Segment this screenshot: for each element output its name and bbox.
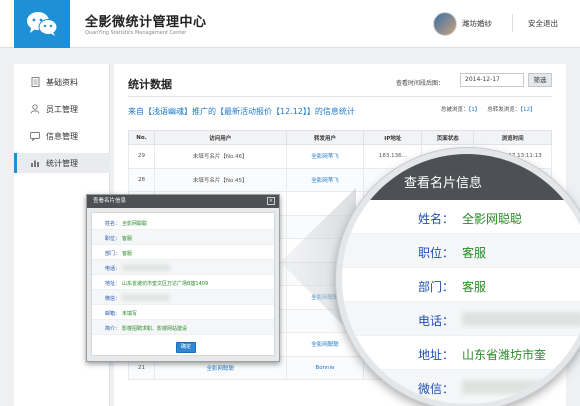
dialog-field-row: 电话： — [92, 260, 274, 275]
col-header-status: 页面状态 — [421, 130, 475, 145]
dialog-field-label: 微信： — [104, 296, 120, 302]
cell-no: 29 — [128, 144, 155, 169]
magnifier-field-value: 客服 — [462, 280, 487, 294]
source-description: 来自【浅语幽魂】推广的【最新活动报价【12.12】】的信息统计 — [128, 107, 355, 116]
document-icon — [30, 77, 40, 87]
sidebar-item-label: 信息管理 — [46, 131, 78, 141]
confirm-button[interactable]: 确定 — [176, 342, 196, 353]
person-icon — [30, 104, 40, 114]
col-header-time: 浏览时间 — [473, 130, 552, 145]
message-icon — [30, 131, 40, 141]
date-input[interactable]: 2014-12-17 — [460, 73, 524, 87]
dialog-field-value: 山东省潍坊市奎文区万达广场B座1409 — [122, 281, 209, 287]
stats-total-label: 总被浏览： — [441, 107, 469, 113]
sidebar-item-messages[interactable]: 信息管理 — [14, 126, 110, 146]
magnifier-field-label: 部门： — [417, 280, 454, 294]
redacted-value — [462, 380, 580, 394]
redacted-value — [122, 294, 170, 301]
cell-no: 28 — [128, 167, 155, 192]
dialog-field-row: 职位： 客服 — [92, 230, 274, 245]
filter-button[interactable]: 筛选 — [528, 73, 552, 87]
col-header-forwarder: 转发用户 — [285, 130, 365, 145]
sidebar-item-label: 员工管理 — [46, 104, 78, 114]
dialog-field-value: 客服 — [122, 251, 133, 257]
magnifier-field-row: 电话： — [342, 302, 580, 336]
sidebar-item-statistics[interactable]: 统计管理 — [14, 153, 110, 173]
date-label: 查看时间段后图： — [396, 80, 445, 87]
col-header-no: No. — [128, 130, 155, 145]
magnifier-field-row: 地址： 山东省潍坊市奎 — [342, 336, 580, 370]
magnifier-field-row: 职位： 客服 — [342, 234, 580, 268]
redacted-value — [122, 264, 170, 271]
dialog-field-label: 简介： — [104, 326, 120, 332]
magnifier-field-value: 客服 — [462, 246, 487, 260]
page: 全影微统计管理中心 QuanYing Statistics Management… — [0, 0, 580, 406]
magnifier-field-label: 地址： — [417, 348, 454, 362]
cell-visitor: 未填写名片【No.45】 — [153, 167, 287, 192]
dialog-field-label: 职位： — [104, 236, 120, 242]
close-icon[interactable]: × — [267, 197, 275, 205]
dialog-field-label: 地址： — [104, 281, 120, 287]
col-header-ip: IP地址 — [363, 130, 423, 145]
brand-subtitle: QuanYing Statistics Management Center — [85, 30, 187, 36]
dialog-field-row: 部门： 客服 — [92, 245, 274, 260]
table-header-row: No. 访问用户 转发用户 IP地址 页面状态 浏览时间 — [128, 130, 552, 145]
dialog-field-label: 邮箱： — [104, 311, 120, 317]
sidebar-item-basic-info[interactable]: 基础资料 — [14, 72, 110, 92]
sidebar-item-staff[interactable]: 员工管理 — [14, 99, 110, 119]
user-name[interactable]: 潍坊婚纱 — [462, 18, 492, 29]
dialog-title: 查看名片信息 — [87, 195, 279, 208]
sidebar-item-label: 基础资料 — [46, 77, 78, 87]
chart-icon — [30, 158, 40, 168]
dialog-field-row: 微信： — [92, 290, 274, 305]
dialog-field-row: 邮箱： 未填写 — [92, 305, 274, 320]
stats-summary: 总被浏览：【1】 总转发浏览：【12】 — [441, 105, 536, 113]
sidebar-item-label: 统计管理 — [46, 158, 78, 168]
stats-spread-value: 【12】 — [520, 107, 536, 113]
dialog-field-value: 全影网聪聪 — [122, 221, 148, 227]
logout-link[interactable]: 安全退出 — [528, 18, 558, 29]
dialog-body: 姓名： 全影网聪聪 职位： 客服 部门： 客服 电话： 地址： 山东省潍坊市奎文区万达广场B座1… — [91, 212, 275, 356]
magnifier-title: 查看名片信息 — [342, 154, 580, 200]
dialog-field-label: 姓名： — [104, 221, 120, 227]
magnifier-field-row: 部门： 客服 — [342, 268, 580, 302]
magnifier-field-row: 微信： — [342, 370, 580, 404]
dialog-field-label: 部门： — [104, 251, 120, 257]
wechat-logo-icon — [14, 0, 70, 48]
magnifier-field-value: 全影网聪聪 — [462, 212, 523, 226]
dialog-field-value: 影楼招聘求职、影楼网站建设 — [122, 326, 188, 332]
magnifier-lens: 查看名片信息 姓名： 全影网聪聪 职位： 客服 部门： 客服 电话： 地址： 山东省潍坊市奎 微信… — [336, 148, 580, 406]
top-header: 全影微统计管理中心 QuanYing Statistics Management… — [0, 0, 580, 48]
magnifier-field-value: 山东省潍坊市奎 — [462, 348, 547, 362]
magnifier-field-label: 微信： — [417, 382, 454, 396]
magnifier-field-label: 电话： — [417, 314, 454, 328]
magnifier-field-label: 姓名： — [417, 212, 454, 226]
stats-total-value: 【1】 — [468, 107, 481, 113]
divider — [128, 96, 552, 97]
redacted-value — [462, 312, 580, 326]
dialog-field-row: 地址： 山东省潍坊市奎文区万达广场B座1409 — [92, 275, 274, 290]
dialog-field-value: 未填写 — [122, 311, 138, 317]
user-avatar[interactable] — [433, 12, 457, 36]
dialog-field-row: 姓名： 全影网聪聪 — [92, 215, 274, 230]
col-header-visitor: 访问用户 — [153, 130, 287, 145]
header-divider — [512, 14, 513, 32]
dialog-field-value: 客服 — [122, 236, 133, 242]
business-card-dialog: 查看名片信息 × 姓名： 全影网聪聪 职位： 客服 部门： 客服 电话： 地址： 山东省潍坊市奎… — [86, 194, 280, 362]
brand-title: 全影微统计管理中心 — [85, 15, 207, 30]
cell-visitor: 未填写名片【No.46】 — [153, 144, 287, 169]
magnifier-field-label: 职位： — [417, 246, 454, 260]
dialog-field-label: 电话： — [104, 266, 120, 272]
dialog-field-row: 简介： 影楼招聘求职、影楼网站建设 — [92, 320, 274, 335]
magnifier-field-row: 姓名： 全影网聪聪 — [342, 200, 580, 234]
page-title: 统计数据 — [128, 78, 172, 91]
stats-spread-label: 总转发浏览： — [487, 107, 521, 113]
